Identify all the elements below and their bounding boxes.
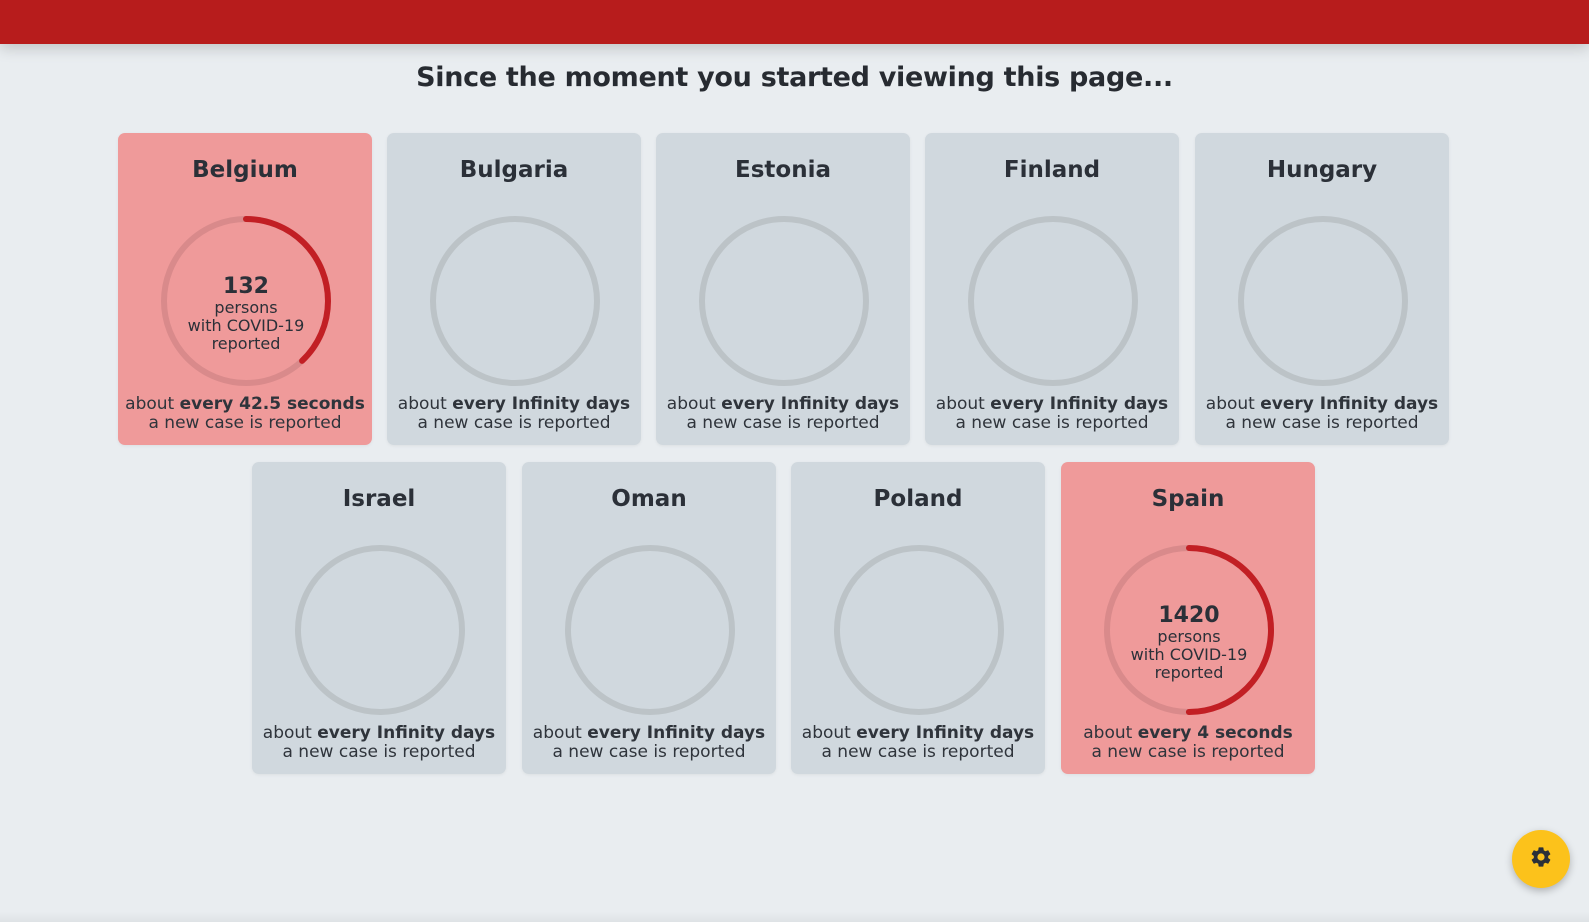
- rate-interval: every 42.5 seconds: [179, 394, 365, 414]
- rate-prefix: about: [666, 394, 722, 414]
- progress-ring: [831, 542, 1007, 718]
- rate-prefix: about: [532, 723, 588, 743]
- rate-description: a new case is reported: [1225, 413, 1419, 433]
- rate-interval: every Infinity days: [1260, 394, 1439, 414]
- rate-description: a new case is reported: [417, 413, 611, 433]
- count-status: reported: [211, 334, 281, 353]
- rate-interval: every Infinity days: [990, 394, 1169, 414]
- country-name: Spain: [1151, 486, 1225, 512]
- rate-description: a new case is reported: [148, 413, 342, 433]
- case-rate: about every Infinity days a new case is …: [252, 724, 506, 762]
- gear-icon: [1529, 845, 1553, 873]
- case-rate: about every 4 seconds a new case is repo…: [1061, 724, 1315, 762]
- progress-ring: [696, 213, 872, 389]
- case-rate: about every Infinity days a new case is …: [656, 395, 910, 433]
- country-card-israel: Israel about every Infinity days a new c…: [252, 462, 506, 774]
- rate-prefix: about: [397, 394, 453, 414]
- rate-prefix: about: [935, 394, 991, 414]
- rate-description: a new case is reported: [1091, 742, 1285, 762]
- rate-interval: every Infinity days: [317, 723, 496, 743]
- case-rate: about every 42.5 seconds a new case is r…: [118, 395, 372, 433]
- top-bar: [0, 0, 1589, 44]
- ring-label: 1420 persons with COVID-19 reported: [1101, 604, 1277, 682]
- progress-ring: 132 persons with COVID-19 reported: [158, 213, 334, 389]
- country-card-estonia: Estonia about every Infinity days a new …: [656, 133, 910, 445]
- case-rate: about every Infinity days a new case is …: [791, 724, 1045, 762]
- count-subject: with COVID-19: [1130, 645, 1248, 664]
- rate-description: a new case is reported: [955, 413, 1149, 433]
- rate-description: a new case is reported: [686, 413, 880, 433]
- progress-ring: [965, 213, 1141, 389]
- progress-ring: 1420 persons with COVID-19 reported: [1101, 542, 1277, 718]
- count-unit: persons: [1157, 627, 1221, 646]
- rate-interval: every Infinity days: [856, 723, 1035, 743]
- rate-interval: every 4 seconds: [1137, 723, 1293, 743]
- country-card-bulgaria: Bulgaria about every Infinity days a new…: [387, 133, 641, 445]
- ring-track: [565, 545, 735, 715]
- case-rate: about every Infinity days a new case is …: [1195, 395, 1449, 433]
- ring-track: [1238, 216, 1408, 386]
- progress-ring: [427, 213, 603, 389]
- page-title: Since the moment you started viewing thi…: [416, 62, 1173, 93]
- case-count: 132: [223, 274, 269, 299]
- country-name: Belgium: [192, 157, 298, 183]
- ring-track: [834, 545, 1004, 715]
- rate-description: a new case is reported: [821, 742, 1015, 762]
- ring-track: [430, 216, 600, 386]
- rate-description: a new case is reported: [552, 742, 746, 762]
- ring-label: 132 persons with COVID-19 reported: [158, 275, 334, 353]
- ring-track: [295, 545, 465, 715]
- case-rate: about every Infinity days a new case is …: [387, 395, 641, 433]
- country-card-belgium: Belgium 132 persons with COVID-19 report…: [118, 133, 372, 445]
- rate-interval: every Infinity days: [587, 723, 766, 743]
- country-name: Poland: [873, 486, 963, 512]
- country-card-spain: Spain 1420 persons with COVID-19 reporte…: [1061, 462, 1315, 774]
- ring-track: [968, 216, 1138, 386]
- country-card-oman: Oman about every Infinity days a new cas…: [522, 462, 776, 774]
- rate-prefix: about: [262, 723, 318, 743]
- progress-ring: [562, 542, 738, 718]
- settings-button[interactable]: [1512, 830, 1570, 888]
- ring-track: [699, 216, 869, 386]
- rate-interval: every Infinity days: [721, 394, 900, 414]
- case-rate: about every Infinity days a new case is …: [522, 724, 776, 762]
- rate-interval: every Infinity days: [452, 394, 631, 414]
- count-unit: persons: [214, 298, 278, 317]
- country-card-poland: Poland about every Infinity days a new c…: [791, 462, 1045, 774]
- country-card-hungary: Hungary about every Infinity days a new …: [1195, 133, 1449, 445]
- rate-prefix: about: [801, 723, 857, 743]
- country-name: Finland: [1003, 157, 1101, 183]
- rate-prefix: about: [125, 394, 180, 414]
- count-subject: with COVID-19: [187, 316, 305, 335]
- country-name: Estonia: [735, 157, 831, 183]
- country-name: Israel: [342, 486, 416, 512]
- rate-description: a new case is reported: [282, 742, 476, 762]
- rate-prefix: about: [1205, 394, 1261, 414]
- country-name: Bulgaria: [459, 157, 569, 183]
- country-card-finland: Finland about every Infinity days a new …: [925, 133, 1179, 445]
- country-name: Hungary: [1266, 157, 1378, 183]
- case-rate: about every Infinity days a new case is …: [925, 395, 1179, 433]
- progress-ring: [1235, 213, 1411, 389]
- progress-ring: [292, 542, 468, 718]
- rate-prefix: about: [1083, 723, 1138, 743]
- count-status: reported: [1154, 663, 1224, 682]
- case-count: 1420: [1158, 603, 1220, 628]
- country-name: Oman: [611, 486, 687, 512]
- bottom-edge: [0, 912, 1589, 922]
